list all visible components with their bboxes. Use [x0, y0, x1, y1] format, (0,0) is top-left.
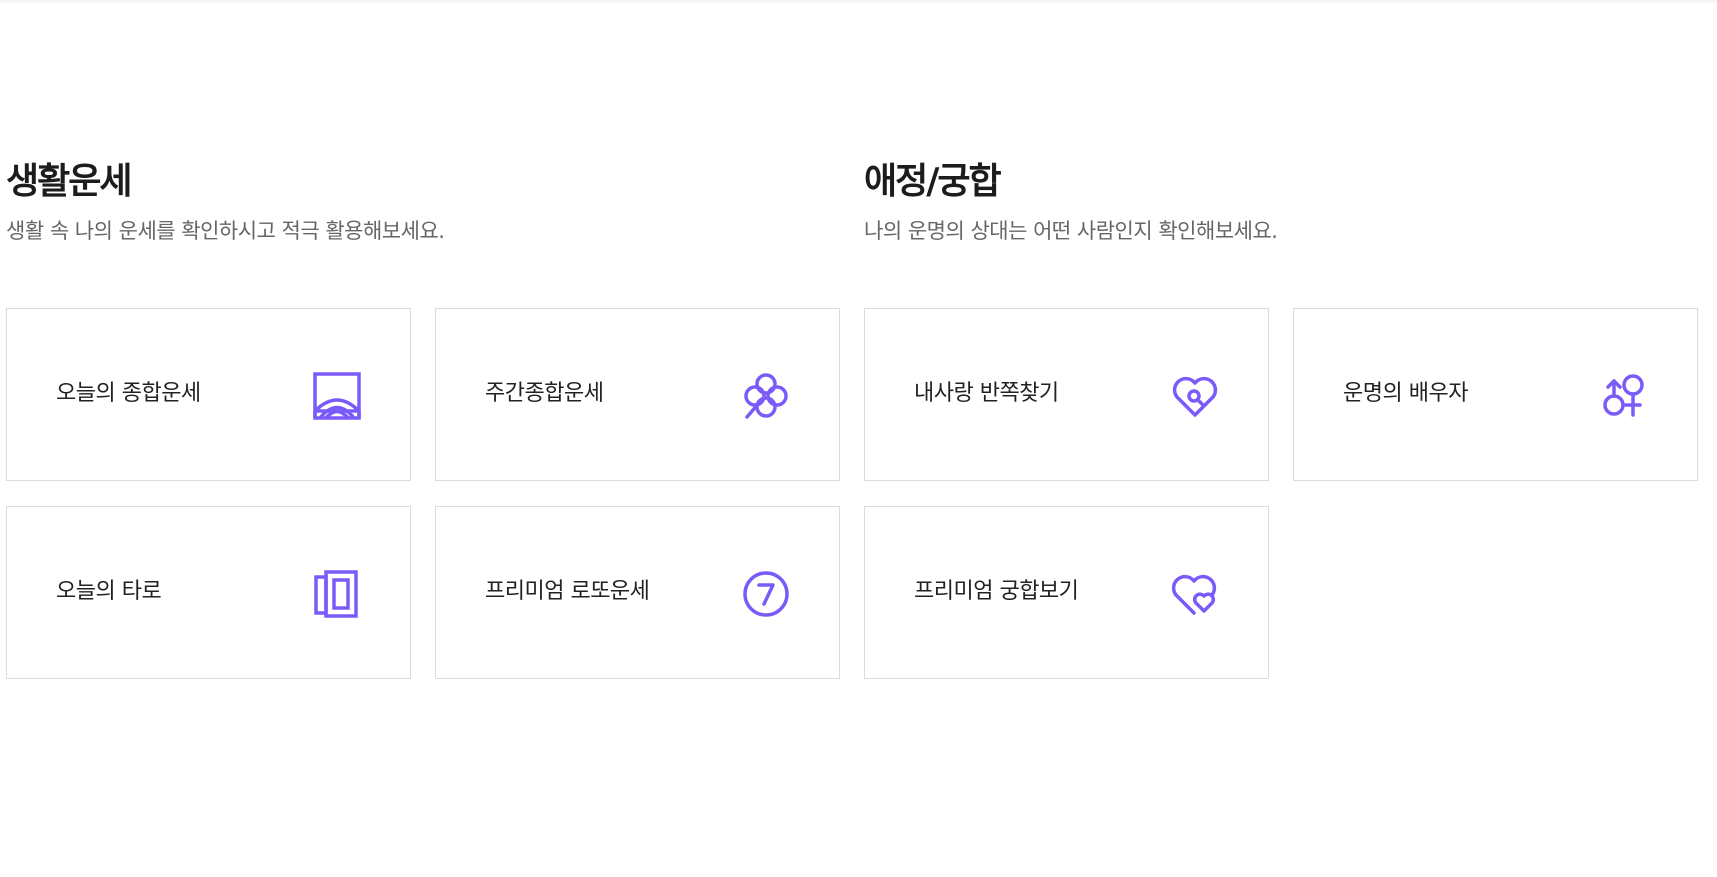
card-weekly-fortune[interactable]: 주간종합운세 — [435, 308, 840, 481]
section-title: 생활운세 — [6, 161, 132, 202]
clover-icon — [741, 371, 791, 421]
section-title: 애정/궁합 — [864, 161, 1002, 202]
card-today-tarot[interactable]: 오늘의 타로 — [6, 506, 411, 679]
section-description: 생활 속 나의 운세를 확인하시고 적극 활용해보세요. — [6, 219, 445, 243]
card-find-soulmate[interactable]: 내사랑 반쪽찾기 — [864, 308, 1269, 481]
card-today-fortune[interactable]: 오늘의 종합운세 — [6, 308, 411, 481]
card-label: 프리미엄 로또운세 — [485, 579, 650, 604]
section-daily-fortune: 생활운세 생활 속 나의 운세를 확인하시고 적극 활용해보세요. 오늘의 종합… — [6, 160, 848, 679]
section-description: 나의 운명의 상대는 어떤 사람인지 확인해보세요. — [864, 219, 1278, 243]
sunrise-frame-icon — [312, 371, 362, 421]
number-seven-icon — [741, 569, 791, 619]
section-love-compatibility: 애정/궁합 나의 운명의 상대는 어떤 사람인지 확인해보세요. 내사랑 반쪽찾… — [864, 160, 1706, 679]
card-label: 운명의 배우자 — [1343, 381, 1468, 406]
tarot-cards-icon — [312, 569, 362, 619]
heart-search-icon — [1170, 371, 1220, 421]
double-heart-icon — [1170, 569, 1220, 619]
card-label: 오늘의 종합운세 — [56, 381, 201, 406]
gender-symbols-icon — [1599, 371, 1649, 421]
card-premium-lotto[interactable]: 프리미엄 로또운세 — [435, 506, 840, 679]
card-destined-spouse[interactable]: 운명의 배우자 — [1293, 308, 1698, 481]
card-label: 프리미엄 궁합보기 — [914, 579, 1079, 604]
card-premium-compatibility[interactable]: 프리미엄 궁합보기 — [864, 506, 1269, 679]
card-label: 오늘의 타로 — [56, 579, 162, 604]
card-grid: 오늘의 종합운세 주간종합운세 오늘의 타로 프리미엄 로또운세 — [6, 308, 840, 679]
top-shadow — [0, 0, 1717, 4]
card-grid: 내사랑 반쪽찾기 운명의 배우자 프리미엄 궁합보기 — [864, 308, 1698, 679]
card-label: 내사랑 반쪽찾기 — [914, 381, 1059, 406]
card-label: 주간종합운세 — [485, 381, 604, 406]
